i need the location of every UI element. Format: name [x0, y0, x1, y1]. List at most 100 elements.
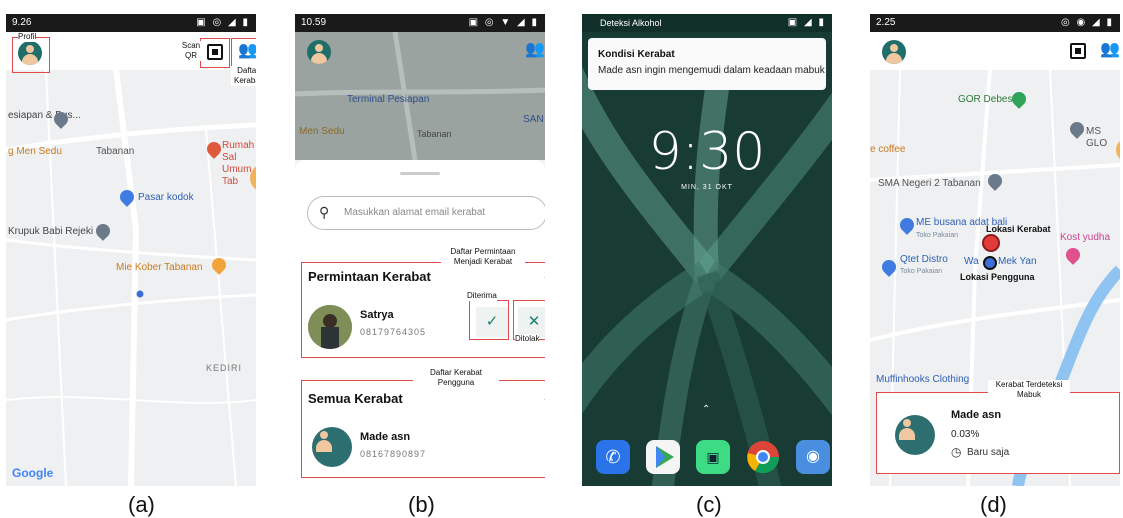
map-label: SAN	[523, 114, 544, 125]
status-bar: 10.59 ▣ ◎ ▼ ◢ ▮	[295, 14, 545, 32]
scan-qr-icon[interactable]	[1070, 43, 1086, 59]
caption-a: (a)	[128, 492, 155, 517]
map-label: Muffinhooks Clothing	[876, 374, 970, 385]
annotation-contact-location: Lokasi Kerabat	[986, 224, 1051, 234]
map-label: Mek Yan	[998, 256, 1037, 267]
map-label: Mie Kober Tabanan	[116, 262, 203, 273]
play-store-icon[interactable]	[646, 440, 680, 474]
map-roads	[6, 70, 256, 486]
map-label: e coffee	[870, 144, 906, 155]
status-icons: ▣ ◎ ▼ ◢ ▮	[468, 17, 539, 28]
map-label: SMA Negeri 2 Tabanan	[878, 178, 981, 189]
contacts-highlight	[231, 38, 256, 68]
status-time: 10.59	[301, 17, 327, 28]
map-label: Tabanan	[417, 129, 452, 139]
chrome-glyph	[747, 441, 780, 474]
map-label: MS GLO	[1086, 126, 1108, 149]
contacts-icon[interactable]: 👥	[525, 42, 545, 58]
photo-image	[308, 305, 352, 349]
map-label: Toko Pakaian	[900, 268, 943, 275]
status-time: 2.25	[876, 17, 896, 28]
annotation-request-list: Daftar Permintaan Menjadi Kerabat	[441, 247, 525, 267]
search-placeholder: Masukkan alamat email kerabat	[344, 207, 486, 218]
email-search-field[interactable]: ⚲ Masukkan alamat email kerabat	[307, 196, 545, 230]
annotation-rejected: Ditolak	[515, 334, 540, 344]
contact-location-marker[interactable]	[982, 234, 1000, 252]
map-label: Qtet Distro	[900, 254, 948, 265]
status-icons: ▣ ◎ ◢ ▮	[196, 17, 250, 28]
map-label: Wa	[964, 256, 979, 267]
status-icons: ◎ ◉ ◢ ▮	[1061, 17, 1114, 28]
map-label: Men Sedu	[299, 126, 345, 137]
panel-a: esiapan & Bus... g Men Sedu Tabanan Ruma…	[6, 14, 256, 486]
play-store-glyph	[656, 446, 674, 468]
caption-c: (c)	[696, 492, 722, 517]
android-app-icon[interactable]: ▣	[696, 440, 730, 474]
request-count: 1	[544, 269, 545, 281]
annotation-scan-qr: Scan QR	[178, 41, 204, 61]
annotation-profile: Profil	[18, 32, 37, 42]
drag-handle[interactable]	[400, 172, 440, 175]
contact-avatar	[312, 427, 352, 467]
panel-d: GOR Debes MS GLO e coffee SMA Negeri 2 T…	[870, 14, 1120, 486]
map-view-dimmed: 👥 Terminal Pesiapan Men Sedu Tabanan SAN	[295, 32, 545, 160]
map-label: esiapan & Bus...	[8, 110, 81, 121]
lock-date: MIN, 31 OKT	[681, 184, 733, 191]
phone-app-icon[interactable]: ✆	[596, 440, 630, 474]
search-icon: ⚲	[319, 204, 330, 220]
contact-name: Made asn	[951, 409, 1002, 421]
map-label: Kost yudha	[1060, 232, 1111, 243]
contact-name: Made asn	[360, 431, 411, 443]
app-bar: 👥	[870, 32, 1120, 70]
profile-avatar[interactable]	[882, 40, 906, 64]
profile-avatar[interactable]	[307, 40, 331, 64]
camera-app-icon[interactable]: ◉	[796, 440, 830, 474]
caption-d: (d)	[980, 492, 1007, 517]
map-label: Rumah Sal Umum Tab	[222, 140, 255, 187]
notification-body: Made asn ingin mengemudi dalam keadaan m…	[598, 65, 825, 76]
contacts-icon[interactable]: 👥	[1100, 42, 1120, 58]
map-label: Pasar kodok	[138, 192, 194, 203]
scan-qr-highlight	[200, 38, 230, 68]
detected-time: Baru saja	[967, 447, 1010, 458]
requester-photo	[308, 305, 352, 349]
panel-c: Deteksi Alkohol ▣ ◢ ▮ Kondisi Kerabat Ma…	[582, 14, 832, 486]
requester-name: Satrya	[360, 309, 394, 321]
contacts-sheet: ⚲ Masukkan alamat email kerabat Perminta…	[295, 160, 545, 486]
lock-screen: Deteksi Alkohol ▣ ◢ ▮ Kondisi Kerabat Ma…	[582, 14, 832, 486]
status-bar: 2.25 ◎ ◉ ◢ ▮	[870, 14, 1120, 32]
requester-phone: 08179764305	[360, 327, 427, 337]
chrome-icon[interactable]	[746, 440, 780, 474]
alcohol-level: 0.03%	[951, 429, 980, 440]
annotation-drunk-detected: Kerabat Terdeteksi Mabuk	[988, 380, 1070, 400]
swipe-up-icon[interactable]: ⌃	[702, 404, 710, 415]
drunk-contact-card[interactable]: Made asn 0.03% ◷ Baru saja	[876, 392, 1120, 474]
user-location-marker[interactable]	[983, 256, 997, 270]
map-label: g Men Sedu	[8, 146, 62, 157]
all-contacts-count: 1	[544, 391, 545, 403]
google-logo: Google	[12, 466, 54, 480]
map-label: Krupuk Babi Rejeki	[8, 226, 94, 237]
contact-phone: 08167890897	[360, 449, 427, 459]
map-view[interactable]: esiapan & Bus... g Men Sedu Tabanan Ruma…	[6, 70, 256, 486]
notification-title: Kondisi Kerabat	[598, 49, 675, 60]
status-bar: Deteksi Alkohol ▣ ◢ ▮	[582, 14, 832, 32]
lock-clock: 9:30	[648, 122, 766, 182]
panel-b: 👥 Terminal Pesiapan Men Sedu Tabanan SAN…	[295, 14, 545, 486]
notification-card[interactable]: Kondisi Kerabat Made asn ingin mengemudi…	[588, 38, 826, 90]
profile-highlight	[12, 37, 50, 73]
annotation-user-location: Lokasi Pengguna	[960, 272, 1035, 282]
map-label: KEDIRI	[206, 363, 243, 373]
contact-avatar	[895, 415, 935, 455]
status-icons: ▣ ◢ ▮	[787, 17, 826, 28]
request-section-title: Permintaan Kerabat	[308, 269, 431, 284]
status-time: 9.26	[12, 17, 32, 28]
map-label: GOR Debes	[958, 94, 1013, 105]
accept-highlight	[469, 300, 509, 340]
annotation-user-contacts: Daftar Kerabat Pengguna	[413, 368, 499, 388]
all-contacts-title: Semua Kerabat	[308, 391, 403, 406]
annotation-accepted: Diterima	[467, 291, 497, 301]
status-bar: 9.26 ▣ ◎ ◢ ▮	[6, 14, 256, 32]
map-label: Toko Pakaian	[916, 232, 959, 239]
all-contacts-section: Semua Kerabat 1 Made asn 08167890897	[301, 380, 545, 478]
